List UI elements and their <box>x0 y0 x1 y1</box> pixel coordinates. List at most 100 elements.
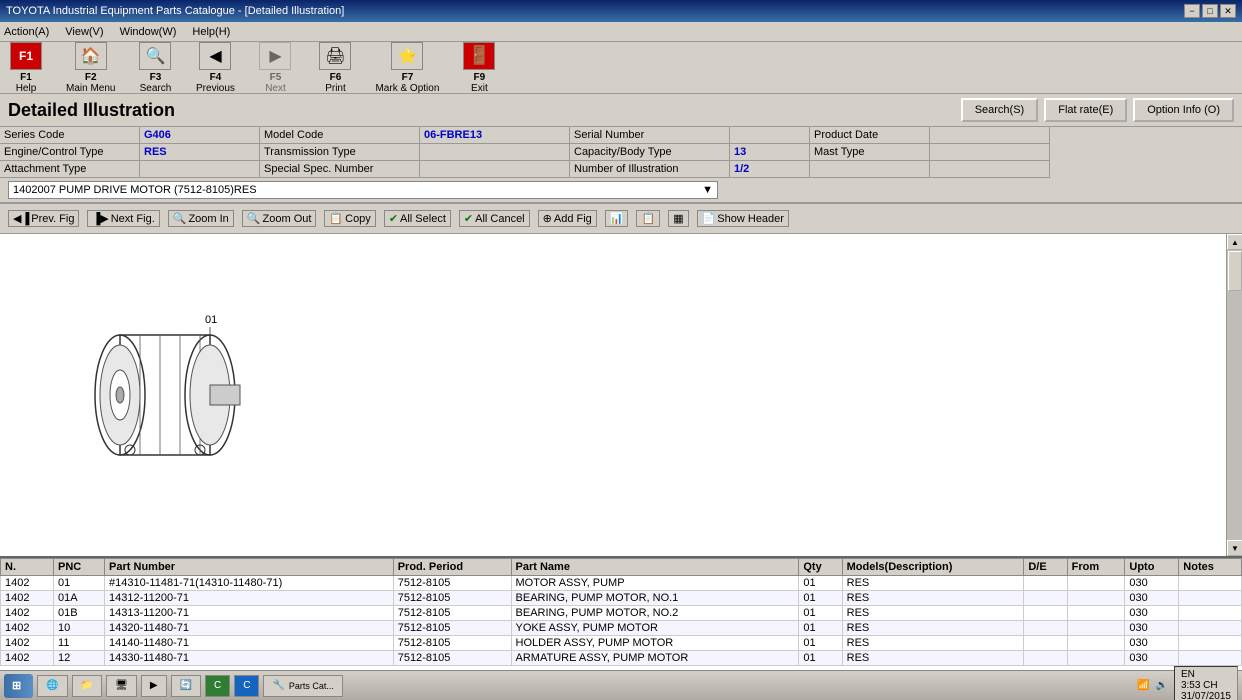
help-button[interactable]: F1 F1 Help <box>6 42 46 94</box>
table-row[interactable]: 140201B14313-11200-717512-8105BEARING, P… <box>1 606 1242 621</box>
close-button[interactable]: ✕ <box>1220 4 1236 18</box>
col-de: D/E <box>1024 559 1067 576</box>
cell-pnc: 11 <box>54 636 105 651</box>
info-grid: Series Code G406 Model Code 06-FBRE13 Se… <box>0 126 1242 178</box>
add-fig-button[interactable]: ⊕ Add Fig <box>538 210 597 227</box>
table-row[interactable]: 14021214330-11480-717512-8105ARMATURE AS… <box>1 651 1242 666</box>
illustration-dropdown[interactable]: 1402007 PUMP DRIVE MOTOR (7512-8105)RES … <box>8 181 718 199</box>
cell-models: RES <box>842 606 1024 621</box>
extra-cell2 <box>930 161 1050 178</box>
table-row[interactable]: 140201A14312-11200-717512-8105BEARING, P… <box>1 591 1242 606</box>
grid-icon1: 📊 <box>610 212 624 225</box>
cell-models: RES <box>842 576 1024 591</box>
all-cancel-button[interactable]: ✔ All Cancel <box>459 210 530 227</box>
search-s-button[interactable]: Search(S) <box>961 98 1039 122</box>
cell-part-number: 14330-11480-71 <box>105 651 394 666</box>
taskbar-parts-app[interactable]: 🔧 Parts Cat... <box>263 675 342 697</box>
flat-rate-button[interactable]: Flat rate(E) <box>1044 98 1127 122</box>
minimize-button[interactable]: − <box>1184 4 1200 18</box>
dropdown-arrow: ▼ <box>702 184 713 196</box>
cell-qty: 01 <box>799 621 842 636</box>
option-info-button[interactable]: Option Info (O) <box>1133 98 1234 122</box>
cell-de <box>1024 651 1067 666</box>
previous-button[interactable]: ◀ F4 Previous <box>195 42 235 94</box>
f9-icon: 🚪 <box>463 42 495 70</box>
menu-help[interactable]: Help(H) <box>192 26 230 38</box>
taskbar-app2[interactable]: C <box>234 675 259 697</box>
illustration-container: 01 93240-28020 50 94613 <box>0 234 1242 556</box>
series-code-value: G406 <box>140 127 260 144</box>
taskbar-app1[interactable]: C <box>205 675 230 697</box>
scroll-up-button[interactable]: ▲ <box>1227 234 1242 250</box>
main-menu-button[interactable]: 🏠 F2 Main Menu <box>66 42 115 94</box>
zoom-out-button[interactable]: 🔍 Zoom Out <box>242 210 317 227</box>
exit-button[interactable]: 🚪 F9 Exit <box>459 42 499 94</box>
taskbar-refresh[interactable]: 🔄 <box>171 675 201 697</box>
table-row[interactable]: 14021014320-11480-717512-8105YOKE ASSY, … <box>1 621 1242 636</box>
taskbar: ⊞ 🌐 📁 🖥 ▶ 🔄 C C 🔧 Parts Cat... 📶 🔊 EN 3:… <box>0 670 1242 700</box>
app1-icon: C <box>214 680 221 691</box>
taskbar-ie[interactable]: 🌐 <box>37 675 67 697</box>
cell-models: RES <box>842 651 1024 666</box>
cell-qty: 01 <box>799 576 842 591</box>
grid-btn2[interactable]: 📋 <box>636 210 660 227</box>
taskbar-computer[interactable]: 🖥 <box>106 675 137 697</box>
refresh-icon: 🔄 <box>180 680 192 691</box>
col-upto: Upto <box>1125 559 1179 576</box>
cell-n: 1402 <box>1 651 54 666</box>
next-fig-button[interactable]: ▐▶ Next Fig. <box>87 210 159 227</box>
prev-fig-button[interactable]: ◀▐ Prev. Fig <box>8 210 79 227</box>
num-illustration-value: 1/2 <box>730 161 810 178</box>
title-bar-text: TOYOTA Industrial Equipment Parts Catalo… <box>6 5 344 17</box>
cell-qty: 01 <box>799 651 842 666</box>
copy-button[interactable]: 📋 Copy <box>324 210 375 227</box>
grid-btn3[interactable]: ▦ <box>668 210 688 227</box>
series-code-label: Series Code <box>0 127 140 144</box>
maximize-button[interactable]: □ <box>1202 4 1218 18</box>
cell-notes <box>1179 621 1242 636</box>
col-part-number: Part Number <box>105 559 394 576</box>
cell-upto: 030 <box>1125 621 1179 636</box>
transmission-value <box>420 144 570 161</box>
parts-app-icon: 🔧 <box>272 680 284 691</box>
cell-n: 1402 <box>1 606 54 621</box>
print-button[interactable]: 🖨 F6 Print <box>315 42 355 94</box>
mark-option-button[interactable]: ⭐ F7 Mark & Option <box>375 42 439 94</box>
menu-window[interactable]: Window(W) <box>120 26 177 38</box>
menu-action[interactable]: Action(A) <box>4 26 49 38</box>
cell-from <box>1067 621 1125 636</box>
zoom-in-button[interactable]: 🔍 Zoom In <box>168 210 234 227</box>
grid-btn1[interactable]: 📊 <box>605 210 629 227</box>
dropdown-row: 1402007 PUMP DRIVE MOTOR (7512-8105)RES … <box>0 178 1242 203</box>
cell-notes <box>1179 576 1242 591</box>
show-header-button[interactable]: 📄 Show Header <box>697 210 789 227</box>
scroll-down-button[interactable]: ▼ <box>1227 540 1242 556</box>
taskbar-media[interactable]: ▶ <box>141 675 167 697</box>
engine-control-label: Engine/Control Type <box>0 144 140 161</box>
taskbar-folder[interactable]: 📁 <box>72 675 102 697</box>
cell-pnc: 01A <box>54 591 105 606</box>
cell-n: 1402 <box>1 591 54 606</box>
cell-part-number: 14312-11200-71 <box>105 591 394 606</box>
add-fig-label: Add Fig <box>554 213 592 225</box>
cell-part-number: 14313-11200-71 <box>105 606 394 621</box>
search-button[interactable]: 🔍 F3 Search <box>135 42 175 94</box>
next-button[interactable]: ▶ F5 Next <box>255 42 295 94</box>
cell-de <box>1024 636 1067 651</box>
copy-label: Copy <box>345 213 371 225</box>
table-row[interactable]: 14021114140-11480-717512-8105HOLDER ASSY… <box>1 636 1242 651</box>
vertical-scrollbar[interactable]: ▲ ▼ <box>1226 234 1242 556</box>
cell-from <box>1067 591 1125 606</box>
mast-type-value <box>930 144 1050 161</box>
all-select-button[interactable]: ✔ All Select <box>384 210 451 227</box>
menu-view[interactable]: View(V) <box>65 26 103 38</box>
f6-icon: 🖨 <box>319 42 351 70</box>
f2-icon: 🏠 <box>75 42 107 70</box>
clock-time: 3:53 CH <box>1181 680 1231 691</box>
cell-prod-period: 7512-8105 <box>393 606 511 621</box>
col-notes: Notes <box>1179 559 1242 576</box>
start-button[interactable]: ⊞ <box>4 674 33 698</box>
table-row[interactable]: 140201#14310-11481-71(14310-11480-71)751… <box>1 576 1242 591</box>
scroll-thumb[interactable] <box>1228 251 1242 291</box>
cell-pnc: 01B <box>54 606 105 621</box>
